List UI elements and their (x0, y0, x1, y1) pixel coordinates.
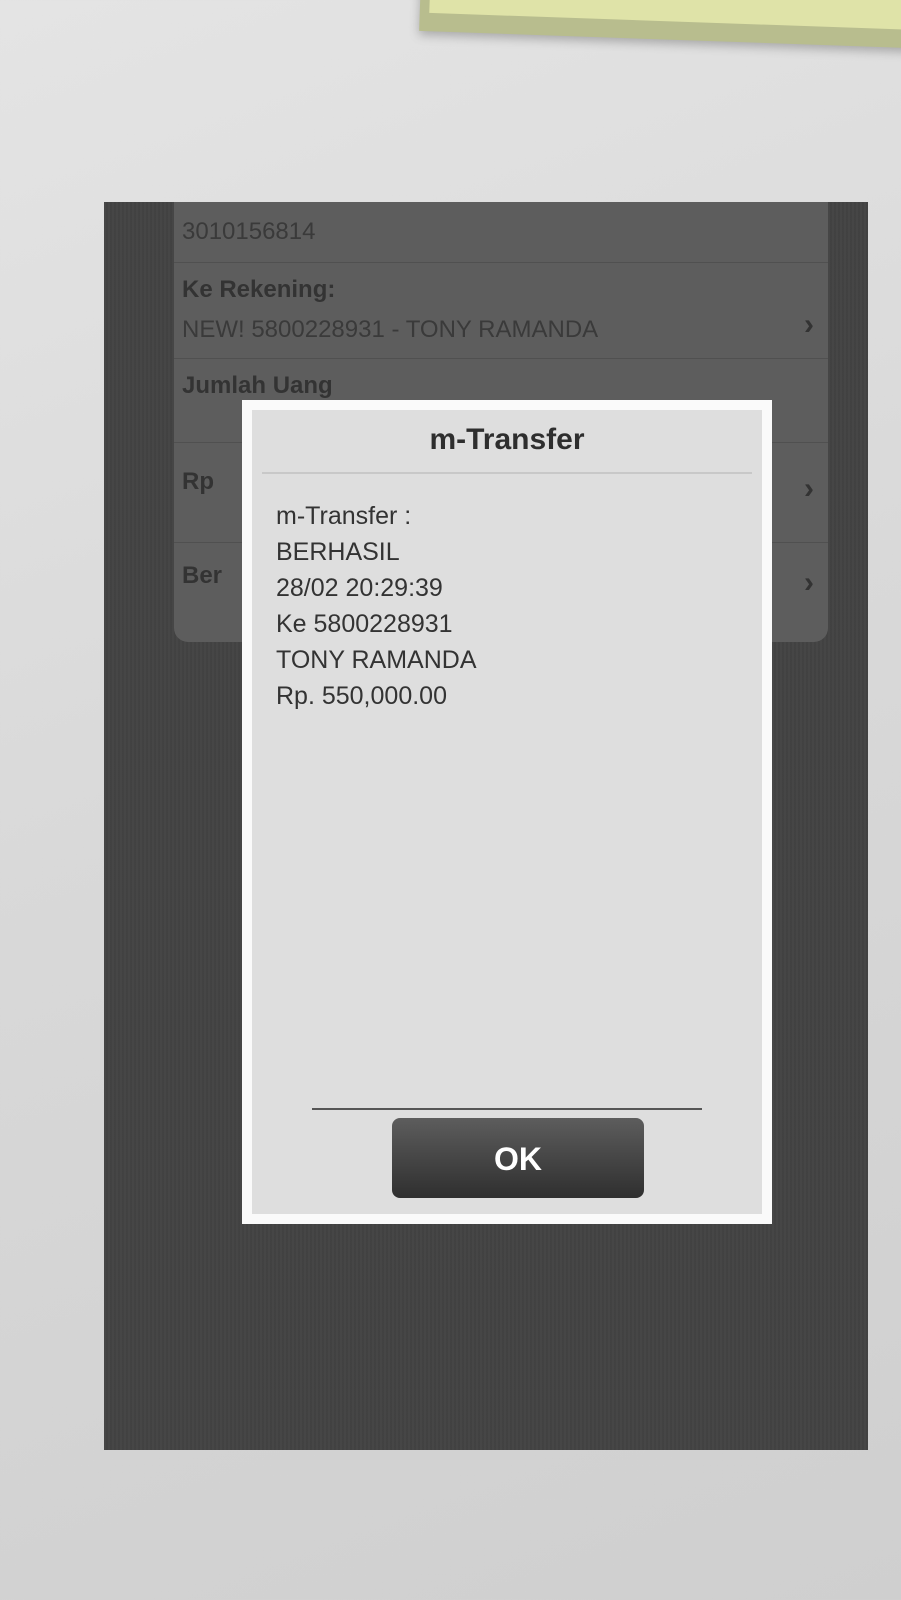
message-heading: m-Transfer : (276, 502, 412, 530)
message-amount: Rp. 550,000.00 (276, 682, 447, 710)
transfer-result-dialog: m-Transfer m-Transfer : BERHASIL 28/02 2… (242, 400, 772, 1224)
footer-divider (312, 1108, 702, 1110)
dialog-message: m-Transfer : BERHASIL 28/02 20:29:39 Ke … (276, 498, 477, 714)
phone-screen: 3010156814 Ke Rekening: NEW! 5800228931 … (104, 202, 868, 1450)
ok-button[interactable]: OK (392, 1118, 644, 1198)
message-status: BERHASIL (276, 538, 400, 566)
message-destination-account: Ke 5800228931 (276, 610, 453, 638)
dialog-body: m-Transfer m-Transfer : BERHASIL 28/02 2… (252, 410, 762, 1214)
dialog-title: m-Transfer (429, 423, 585, 456)
message-recipient-name: TONY RAMANDA (276, 646, 477, 674)
title-divider (262, 472, 752, 474)
message-timestamp: 28/02 20:29:39 (276, 574, 443, 602)
